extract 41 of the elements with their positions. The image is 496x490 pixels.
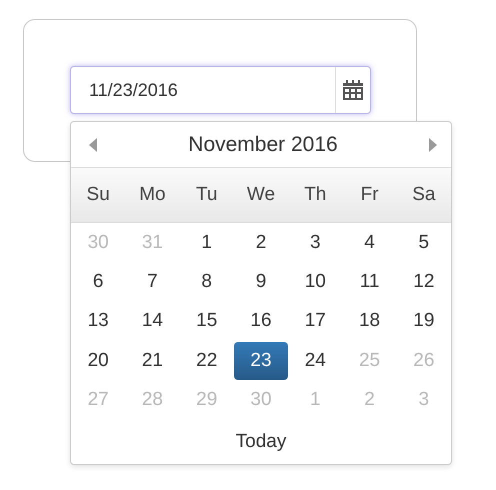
day-cell[interactable]: 1 <box>180 224 234 262</box>
right-arrow-icon <box>428 138 437 152</box>
next-month-button[interactable] <box>428 138 437 152</box>
weekday-label: Mo <box>139 184 166 206</box>
weekday-label: Th <box>304 184 326 206</box>
day-cell[interactable]: 21 <box>125 342 180 380</box>
month-title[interactable]: November 2016 <box>188 132 338 156</box>
previous-month-button[interactable] <box>89 138 97 152</box>
day-cell[interactable]: 4 <box>342 224 397 262</box>
calendar-icon <box>342 79 364 101</box>
day-cell[interactable]: 6 <box>71 262 126 301</box>
day-cell[interactable]: 22 <box>180 342 234 380</box>
weekday-label: Su <box>86 184 110 206</box>
today-button[interactable]: Today <box>232 428 290 455</box>
weekday-label: Fr <box>360 184 379 206</box>
weekday-label: Tu <box>196 184 218 206</box>
day-cell[interactable]: 7 <box>125 262 180 301</box>
day-cell[interactable]: 8 <box>180 262 234 301</box>
day-cell[interactable]: 3 <box>288 224 342 262</box>
day-cell[interactable]: 18 <box>342 302 397 340</box>
date-input[interactable]: 11/23/2016 <box>71 67 335 113</box>
day-cell[interactable]: 10 <box>288 262 342 301</box>
day-cell[interactable]: 17 <box>288 302 342 340</box>
day-cell[interactable]: 19 <box>396 302 451 340</box>
left-arrow-icon <box>89 138 97 152</box>
day-cell[interactable]: 12 <box>396 262 451 301</box>
day-cell[interactable]: 15 <box>180 302 234 340</box>
day-cell[interactable]: 9 <box>234 262 288 301</box>
weekday-label: Sa <box>412 184 436 206</box>
day-cell[interactable]: 11 <box>342 262 397 301</box>
day-cell[interactable]: 13 <box>71 302 126 340</box>
day-cell[interactable]: 20 <box>71 342 126 380</box>
day-cell[interactable]: 16 <box>234 302 288 340</box>
calendar-button[interactable] <box>335 67 370 113</box>
day-cell[interactable]: 24 <box>288 342 342 380</box>
day-cell[interactable]: 5 <box>396 224 451 262</box>
day-cell[interactable]: 14 <box>125 302 180 340</box>
day-cell[interactable]: 23 <box>234 342 288 380</box>
weekday-label: We <box>246 184 276 206</box>
day-cell[interactable]: 2 <box>234 224 288 262</box>
date-field[interactable]: 11/23/2016 <box>70 66 371 114</box>
